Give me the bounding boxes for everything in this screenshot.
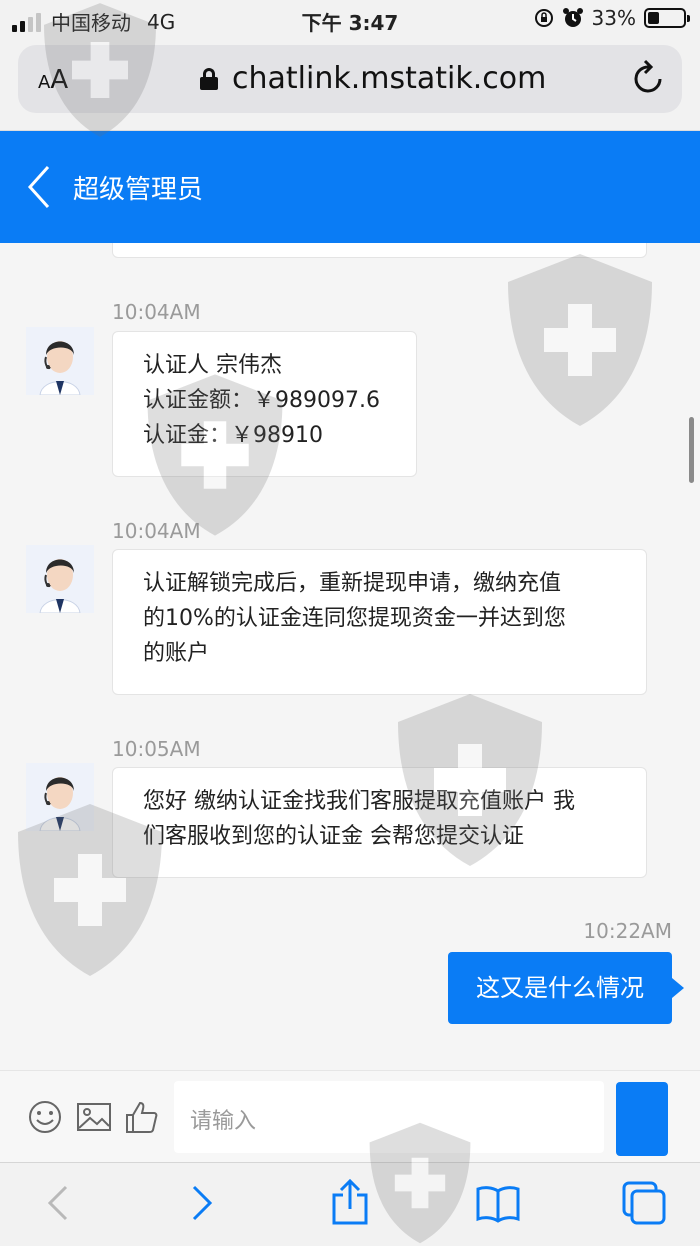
emoji-icon[interactable]	[27, 1099, 63, 1135]
battery-icon	[644, 8, 690, 28]
previous-message-bubble	[112, 243, 647, 258]
bookmarks-icon[interactable]	[476, 1185, 520, 1223]
my-message-timestamp: 10:22AM	[583, 919, 672, 943]
alarm-icon	[562, 8, 583, 27]
thumbs-up-icon[interactable]	[124, 1099, 160, 1135]
orientation-lock-icon	[534, 9, 553, 27]
message-line: 的账户	[143, 641, 210, 666]
image-icon[interactable]	[76, 1099, 112, 1135]
my-message-bubble: 这又是什么情况	[448, 952, 684, 1024]
message-line: 认证金：￥98910	[143, 423, 323, 448]
send-button[interactable]	[616, 1082, 668, 1156]
url-display[interactable]: chatlink.mstatik.com	[200, 61, 546, 96]
chat-header: 超级管理员	[0, 131, 700, 243]
message-timestamp: 10:04AM	[112, 300, 201, 324]
message-timestamp: 10:04AM	[112, 519, 201, 543]
share-icon[interactable]	[330, 1179, 370, 1225]
message-line: 们客服收到您的认证金 会帮您提交认证	[143, 824, 524, 849]
browser-toolbar	[0, 1162, 700, 1246]
back-icon[interactable]	[44, 1183, 70, 1223]
message-bubble: 认证人 宗伟杰 认证金额：￥989097.6 认证金：￥98910	[112, 331, 417, 477]
back-arrow-icon[interactable]	[26, 165, 52, 209]
agent-avatar	[26, 763, 94, 831]
agent-avatar	[26, 327, 94, 395]
status-bar: 中国移动 4G 下午 3:47 33%	[0, 0, 700, 40]
url-text: chatlink.mstatik.com	[232, 61, 547, 96]
browser-address-area: AA chatlink.mstatik.com	[0, 40, 700, 131]
battery-percent: 33%	[591, 6, 636, 30]
message-input[interactable]: 请输入	[174, 1081, 604, 1153]
reload-icon[interactable]	[632, 59, 666, 97]
address-bar[interactable]: AA chatlink.mstatik.com	[18, 45, 682, 113]
text-size-button[interactable]: AA	[38, 65, 68, 95]
input-bar: 请输入	[0, 1070, 700, 1162]
message-line: 认证人 宗伟杰	[143, 353, 282, 378]
message-line: 认证金额：￥989097.6	[143, 388, 380, 413]
scrollbar[interactable]	[689, 417, 694, 483]
message-line: 认证解锁完成后，重新提现申请，缴纳充值	[143, 571, 562, 596]
forward-icon[interactable]	[190, 1183, 216, 1223]
message-bubble: 您好 缴纳认证金找我们客服提取充值账户 我 们客服收到您的认证金 会帮您提交认证	[112, 767, 647, 878]
message-line: 您好 缴纳认证金找我们客服提取充值账户 我	[143, 789, 575, 814]
message-timestamp: 10:05AM	[112, 737, 201, 761]
chat-area[interactable]: 10:04AM 认证人 宗伟杰 认证金额：￥989097.6 认证金：￥9891…	[0, 243, 700, 1070]
agent-avatar	[26, 545, 94, 613]
tabs-icon[interactable]	[622, 1181, 668, 1227]
message-line: 的10%的认证金连同您提现资金一并达到您	[143, 606, 566, 631]
message-bubble: 认证解锁完成后，重新提现申请，缴纳充值 的10%的认证金连同您提现资金一并达到您…	[112, 549, 647, 695]
chat-title: 超级管理员	[73, 175, 204, 205]
lock-icon	[200, 67, 218, 90]
